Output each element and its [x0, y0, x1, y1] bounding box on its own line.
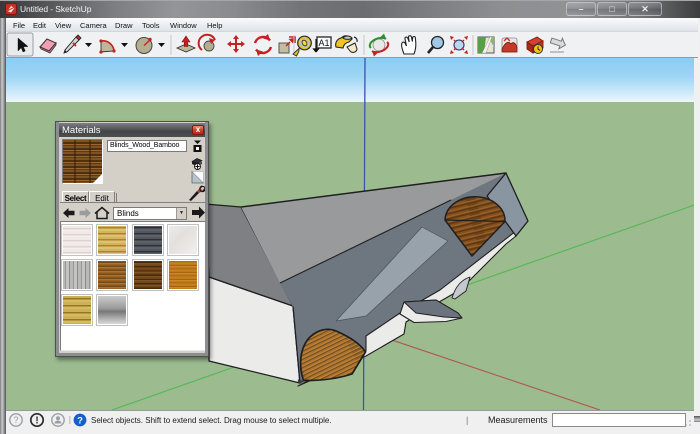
- svg-text:?: ?: [13, 415, 18, 425]
- svg-text:!: !: [35, 416, 38, 427]
- svg-text:A1: A1: [318, 38, 329, 48]
- svg-text:?: ?: [77, 416, 83, 427]
